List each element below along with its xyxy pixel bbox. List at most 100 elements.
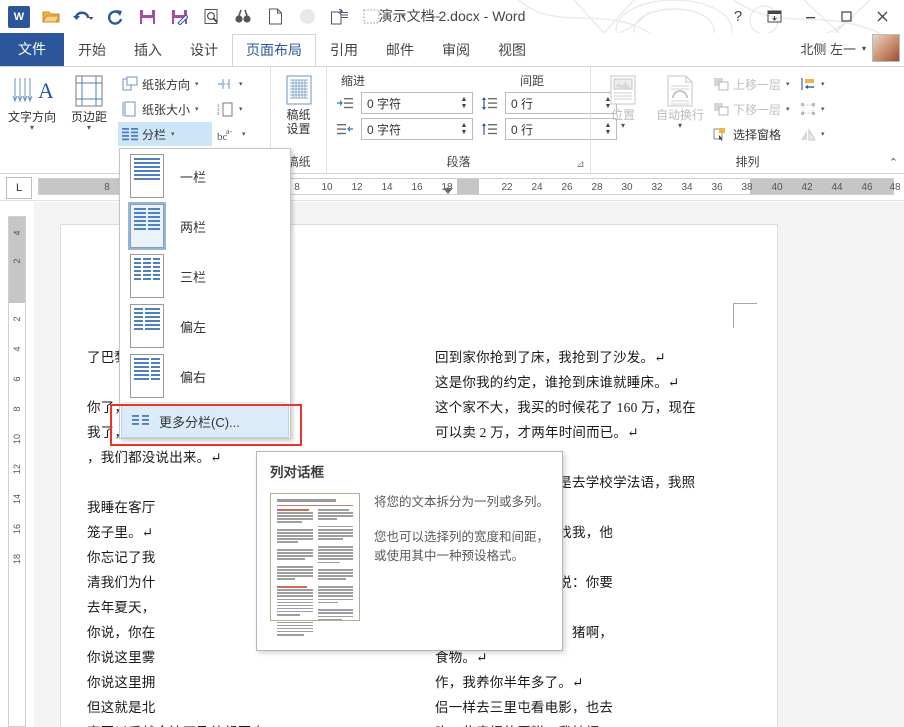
indent-right-stepper[interactable]: ▲▼ [456,122,472,136]
chevron-down-icon[interactable]: ▾ [621,122,625,130]
rotate-objects-button[interactable]: ▾ [796,122,838,146]
tooltip-paragraph: 将您的文本拆分为一列或多列。 [374,493,550,512]
chevron-down-icon[interactable]: ▾ [786,105,790,113]
tab-insert[interactable]: 插入 [120,34,176,66]
vruler-number: 4 [12,230,22,235]
grid-settings-button[interactable]: 稿纸 设置 [275,70,322,136]
hyphenation-icon: bca- [217,127,237,142]
avatar[interactable] [872,34,900,62]
menu-item-label: 偏右 [180,367,206,386]
tab-file[interactable]: 文件 [0,33,64,66]
vruler-number: 2 [12,258,22,263]
wrap-text-button[interactable]: 自动换行 ▾ [652,70,708,130]
right-column-icon [130,354,164,398]
chevron-down-icon[interactable]: ▾ [786,80,790,88]
align-objects-button[interactable]: ▾ [796,72,838,96]
collapse-ribbon-button[interactable]: ⌃ [889,156,898,169]
position-label: 位置 [611,108,635,122]
vruler-number: 16 [12,524,22,534]
position-button[interactable]: 位置 ▾ [595,70,651,130]
tab-stop-selector[interactable]: L [6,177,32,199]
spacing-before-icon [481,97,497,110]
chevron-down-icon[interactable]: ▾ [195,105,199,113]
columns-button[interactable]: 分栏 ▾ [118,122,212,146]
ruler-number: 30 [621,182,632,193]
chevron-down-icon[interactable]: ▾ [195,80,199,88]
chevron-down-icon[interactable]: ▾ [239,80,243,88]
ruler-column-gap-shade [457,179,479,194]
line-numbers-button[interactable]: 123 ▾ [213,97,259,121]
columns-label: 分栏 [142,126,166,143]
paper-size-button[interactable]: 纸张大小 ▾ [118,97,212,121]
maximize-button[interactable] [828,2,864,30]
orientation-button[interactable]: 纸张方向 ▾ [118,72,212,96]
vertical-ruler[interactable]: 4 2 2 4 6 8 10 12 14 16 18 [0,202,35,727]
indent-right-field[interactable]: 0 字符 ▲▼ [361,118,473,140]
vruler-number: 10 [12,434,22,444]
tooltip-columns-dialog: 列对话框 [256,451,563,651]
breaks-button[interactable]: ▾ [213,72,259,96]
menu-item-three-columns[interactable]: 三栏 [120,251,290,301]
ribbon-display-options-button[interactable] [756,2,792,30]
chevron-down-icon[interactable]: ▾ [821,80,825,88]
vertical-ruler-track[interactable]: 4 2 2 4 6 8 10 12 14 16 18 [8,216,26,727]
chevron-down-icon[interactable]: ▾ [678,122,682,130]
selection-pane-label: 选择窗格 [733,126,781,143]
chevron-down-icon[interactable]: ▾ [242,130,246,138]
breaks-icon [217,77,234,91]
account-area[interactable]: 北侧 左一 ▾ [800,34,900,62]
tab-home[interactable]: 开始 [64,34,120,66]
menu-item-right[interactable]: 偏右 [120,351,290,401]
tab-mailings[interactable]: 邮件 [372,34,428,66]
chevron-down-icon[interactable]: ▾ [87,124,91,132]
vruler-number: 4 [12,346,22,351]
ribbon-tabs[interactable]: 文件 开始 插入 设计 页面布局 引用 邮件 审阅 视图 北侧 左一 ▾ [0,33,904,66]
menu-item-label: 三栏 [180,267,206,286]
left-column-icon [130,304,164,348]
ruler-number: 36 [711,182,722,193]
ribbon-group-arrange: 位置 ▾ 自动换行 ▾ 上移一层 ▾ 下移一层 [590,67,904,173]
word-window: W [0,0,904,727]
doc-line: 这是你我的约定，谁抢到床谁就睡床。↵ [435,370,759,395]
chevron-down-icon[interactable]: ▾ [862,44,866,53]
vruler-number: 18 [12,554,22,564]
send-backward-button[interactable]: 下移一层 ▾ [709,97,795,121]
chevron-down-icon[interactable]: ▾ [30,124,34,132]
selection-pane-button[interactable]: 选择窗格 [709,122,795,146]
indent-left-stepper[interactable]: ▲▼ [456,96,472,110]
help-button[interactable]: ? [720,2,756,30]
margins-button[interactable]: 页边距 ▾ [61,70,117,132]
bring-forward-button[interactable]: 上移一层 ▾ [709,72,795,96]
orientation-label: 纸张方向 [142,76,190,93]
ruler-number: 46 [861,182,872,193]
tab-page-layout[interactable]: 页面布局 [232,34,316,66]
tab-design[interactable]: 设计 [176,34,232,66]
window-controls[interactable]: ? [720,2,900,30]
indent-left-field[interactable]: 0 字符 ▲▼ [361,92,473,114]
menu-item-two-columns[interactable]: 两栏 [120,201,290,251]
group-objects-button[interactable]: ▾ [796,97,838,121]
tab-view[interactable]: 视图 [484,34,540,66]
close-button[interactable] [864,2,900,30]
chevron-down-icon[interactable]: ▾ [171,130,175,138]
menu-item-left[interactable]: 偏左 [120,301,290,351]
chevron-down-icon[interactable]: ▾ [821,105,825,113]
menu-item-one-column[interactable]: 一栏 [120,151,290,201]
paragraph-dialog-launcher[interactable]: ⊿ [575,159,586,170]
text-direction-button[interactable]: A 文字方向 ▾ [4,70,60,132]
line-numbers-icon: 123 [217,102,234,117]
hyphenation-button[interactable]: bca- ▾ [213,122,259,146]
svg-text:a-: a- [226,127,233,136]
chevron-down-icon[interactable]: ▾ [239,105,243,113]
minimize-button[interactable] [792,2,828,30]
group-objects-icon [800,102,816,116]
left-indent-marker[interactable] [443,188,453,194]
columns-dropdown-menu[interactable]: 一栏 两栏 三栏 偏左 [119,148,291,439]
tab-references[interactable]: 引用 [316,34,372,66]
menu-item-more-columns[interactable]: 更多分栏(C)... [121,404,289,438]
doc-line: 但这就是北 [87,695,411,720]
tab-review[interactable]: 审阅 [428,34,484,66]
chevron-down-icon[interactable]: ▾ [821,130,825,138]
vruler-number: 2 [12,316,22,321]
orientation-icon [122,76,138,92]
